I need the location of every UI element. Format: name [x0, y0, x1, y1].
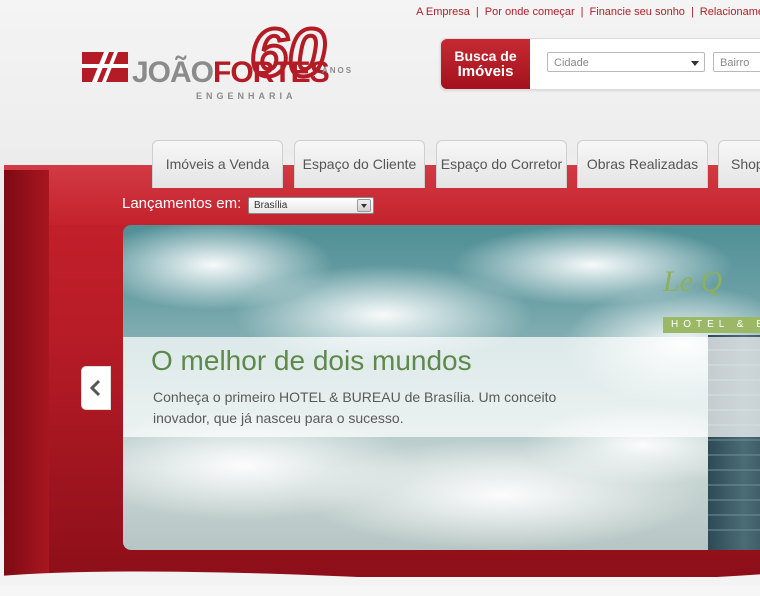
link-por-onde-comecar[interactable]: Por onde começar [485, 6, 575, 18]
separator: | [690, 6, 694, 18]
launches-city-value: Brasília [254, 200, 288, 211]
page-footer-strip [0, 586, 760, 596]
neighborhood-select-value: Bairro [720, 57, 750, 69]
search-tab-line2: Imóveis [457, 63, 514, 80]
banner-title: O melhor de dois mundos [151, 345, 472, 376]
banner-text: Conheça o primeiro HOTEL & BUREAU de Bra… [153, 389, 557, 426]
logo-mark-icon [82, 52, 128, 82]
city-select-value: Cidade [554, 57, 589, 69]
tab-espaco-do-corretor[interactable]: Espaço do Corretor [436, 140, 567, 188]
chevron-down-icon [357, 199, 371, 212]
launches-label: Lançamentos em: [122, 195, 242, 212]
neighborhood-select[interactable]: Bairro [713, 52, 760, 72]
logo-name-joao: JOÃO [132, 56, 214, 89]
tab-imoveis-a-venda[interactable]: Imóveis a Venda [152, 140, 283, 188]
tab-shop[interactable]: Shop [718, 140, 760, 188]
tab-espaco-do-cliente[interactable]: Espaço do Cliente [294, 140, 425, 188]
property-search-box: Busca de Imóveis Cidade Bairro [440, 38, 760, 90]
hotel-logo: Le Q [663, 265, 723, 298]
launches-city-select[interactable]: Brasília [248, 197, 374, 214]
city-select[interactable]: Cidade [547, 52, 705, 72]
link-relacionamento[interactable]: Relacioname [700, 6, 760, 18]
band-bottom-curve [0, 571, 760, 584]
search-tab-line1: Busca de [454, 48, 517, 64]
link-financie-seu-sonho[interactable]: Financie seu sonho [590, 6, 685, 18]
hotel-logo-bar: HOTEL & B [663, 317, 760, 333]
chevron-left-icon [89, 379, 101, 397]
search-tab[interactable]: Busca de Imóveis [441, 39, 530, 89]
svg-text:60: 60 [250, 15, 326, 84]
top-links: A Empresa | Por onde começar | Financie seu … [416, 6, 760, 18]
tab-obras-realizadas[interactable]: Obras Realizadas [577, 140, 708, 188]
link-a-empresa[interactable]: A Empresa [416, 6, 470, 18]
banner-prev-button[interactable] [81, 366, 111, 410]
separator: | [580, 6, 584, 18]
brand-logo[interactable]: JOÃOFORTES ENGENHARIA 60 ANOS [78, 14, 368, 110]
logo-subtitle: ENGENHARIA [196, 91, 297, 101]
chevron-down-icon [691, 61, 699, 66]
separator: | [475, 6, 479, 18]
hero-banner[interactable]: O melhor de dois mundos Conheça o primei… [123, 225, 760, 550]
logo-anos: ANOS [322, 66, 354, 75]
showcase-band-left-shade [4, 170, 49, 575]
